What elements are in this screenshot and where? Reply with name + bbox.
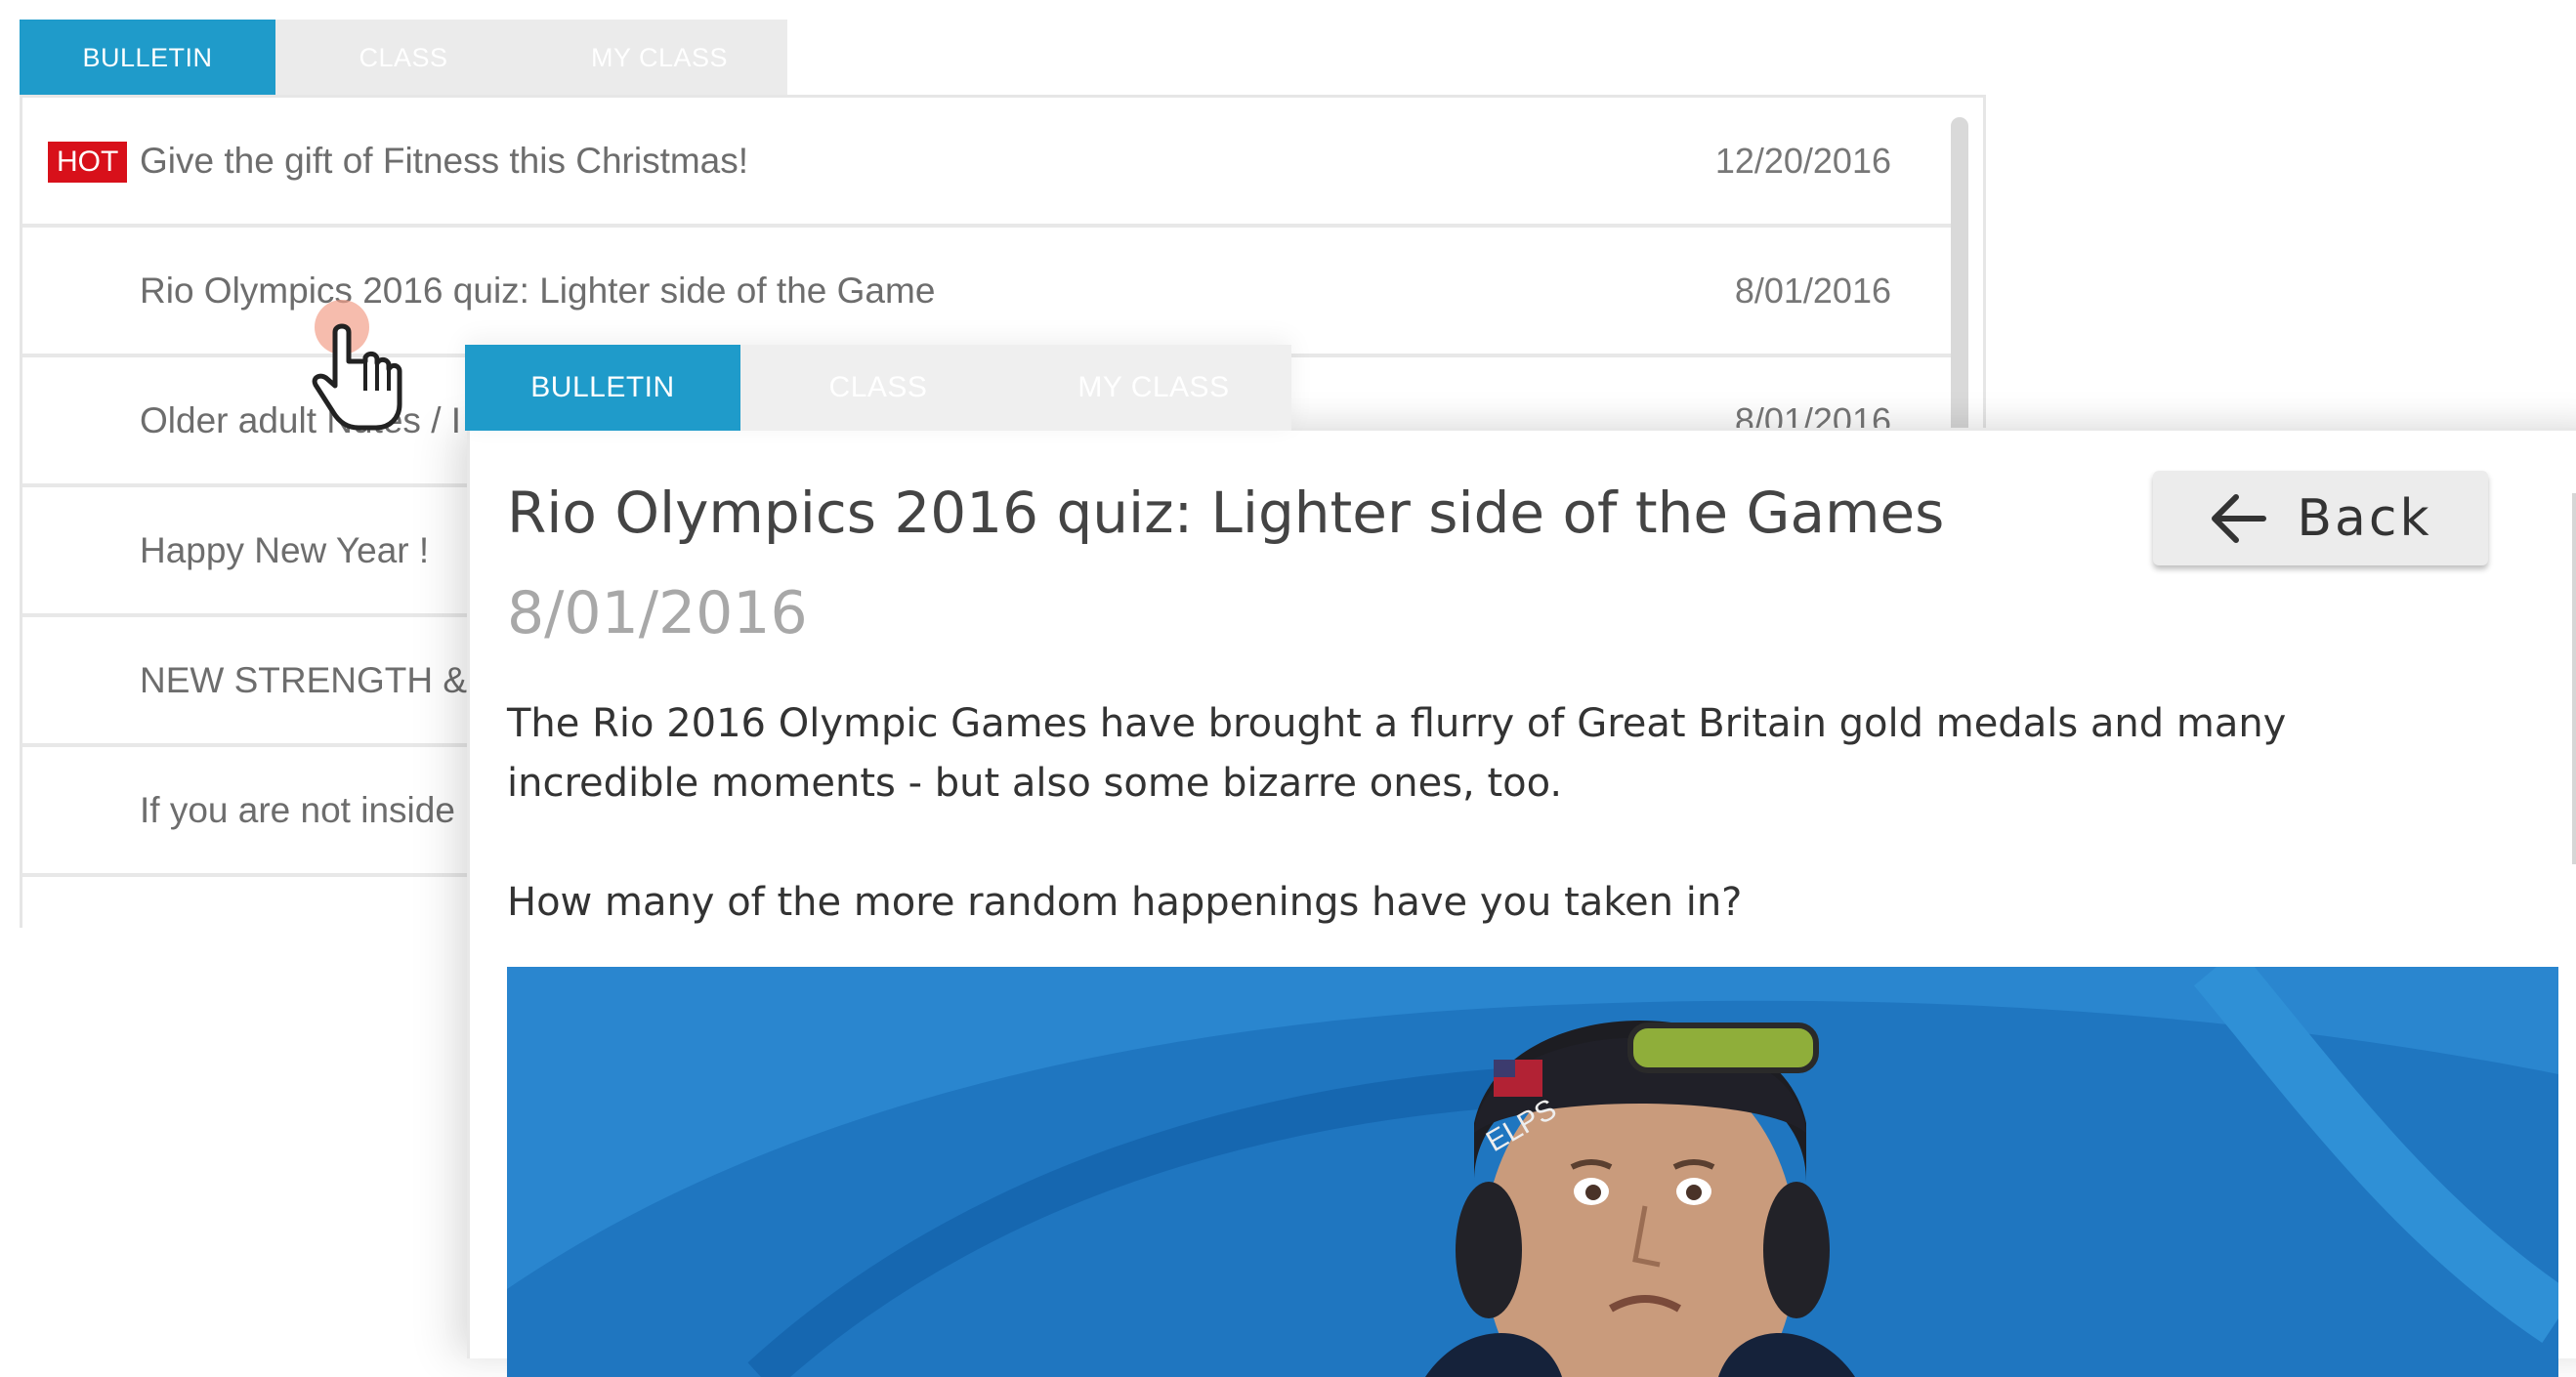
hot-badge: HOT [48,142,128,183]
tab-bulletin[interactable]: BULLETIN [20,20,275,96]
panel-scrollbar[interactable] [2572,493,2576,864]
tab-my-class[interactable]: MY CLASS [531,20,787,96]
back-button-label: Back [2297,488,2432,548]
article-date: 8/01/2016 [507,579,808,647]
article-paragraph: How many of the more random happenings h… [507,880,1743,925]
detail-tab-bulletin[interactable]: BULLETIN [465,345,740,431]
list-item-title: If you are not inside [140,790,455,830]
tab-class[interactable]: CLASS [275,20,531,96]
arrow-left-icon [2212,493,2267,543]
article-paragraph: The Rio 2016 Olympic Games have brought … [507,701,2287,806]
detail-tab-my-class[interactable]: MY CLASS [1016,345,1291,431]
list-item-title: Happy New Year ! [140,530,430,570]
list-item-title: Rio Olympics 2016 quiz: Lighter side of … [140,271,936,311]
article-photo: ELPS [507,967,2558,1377]
back-button[interactable]: Back [2153,471,2488,565]
article-body: The Rio 2016 Olympic Games have brought … [507,694,2461,992]
article-detail-card: Rio Olympics 2016 quiz: Lighter side of … [467,428,2576,1377]
detail-tab-class[interactable]: CLASS [740,345,1016,431]
hand-pointer-icon [312,300,402,431]
article-title: Rio Olympics 2016 quiz: Lighter side of … [507,480,1945,546]
list-item-date: 8/01/2016 [1734,271,1891,311]
list-item[interactable]: HOT Give the gift of Fitness this Christ… [22,98,1966,228]
list-item-title: NEW STRENGTH & C [140,660,504,700]
list-tab-bar: BULLETIN CLASS MY CLASS [20,20,787,96]
list-item-title: Give the gift of Fitness this Christmas! [140,141,749,181]
detail-tab-bar: BULLETIN CLASS MY CLASS [465,345,1291,431]
list-item-date: 12/20/2016 [1714,141,1891,181]
